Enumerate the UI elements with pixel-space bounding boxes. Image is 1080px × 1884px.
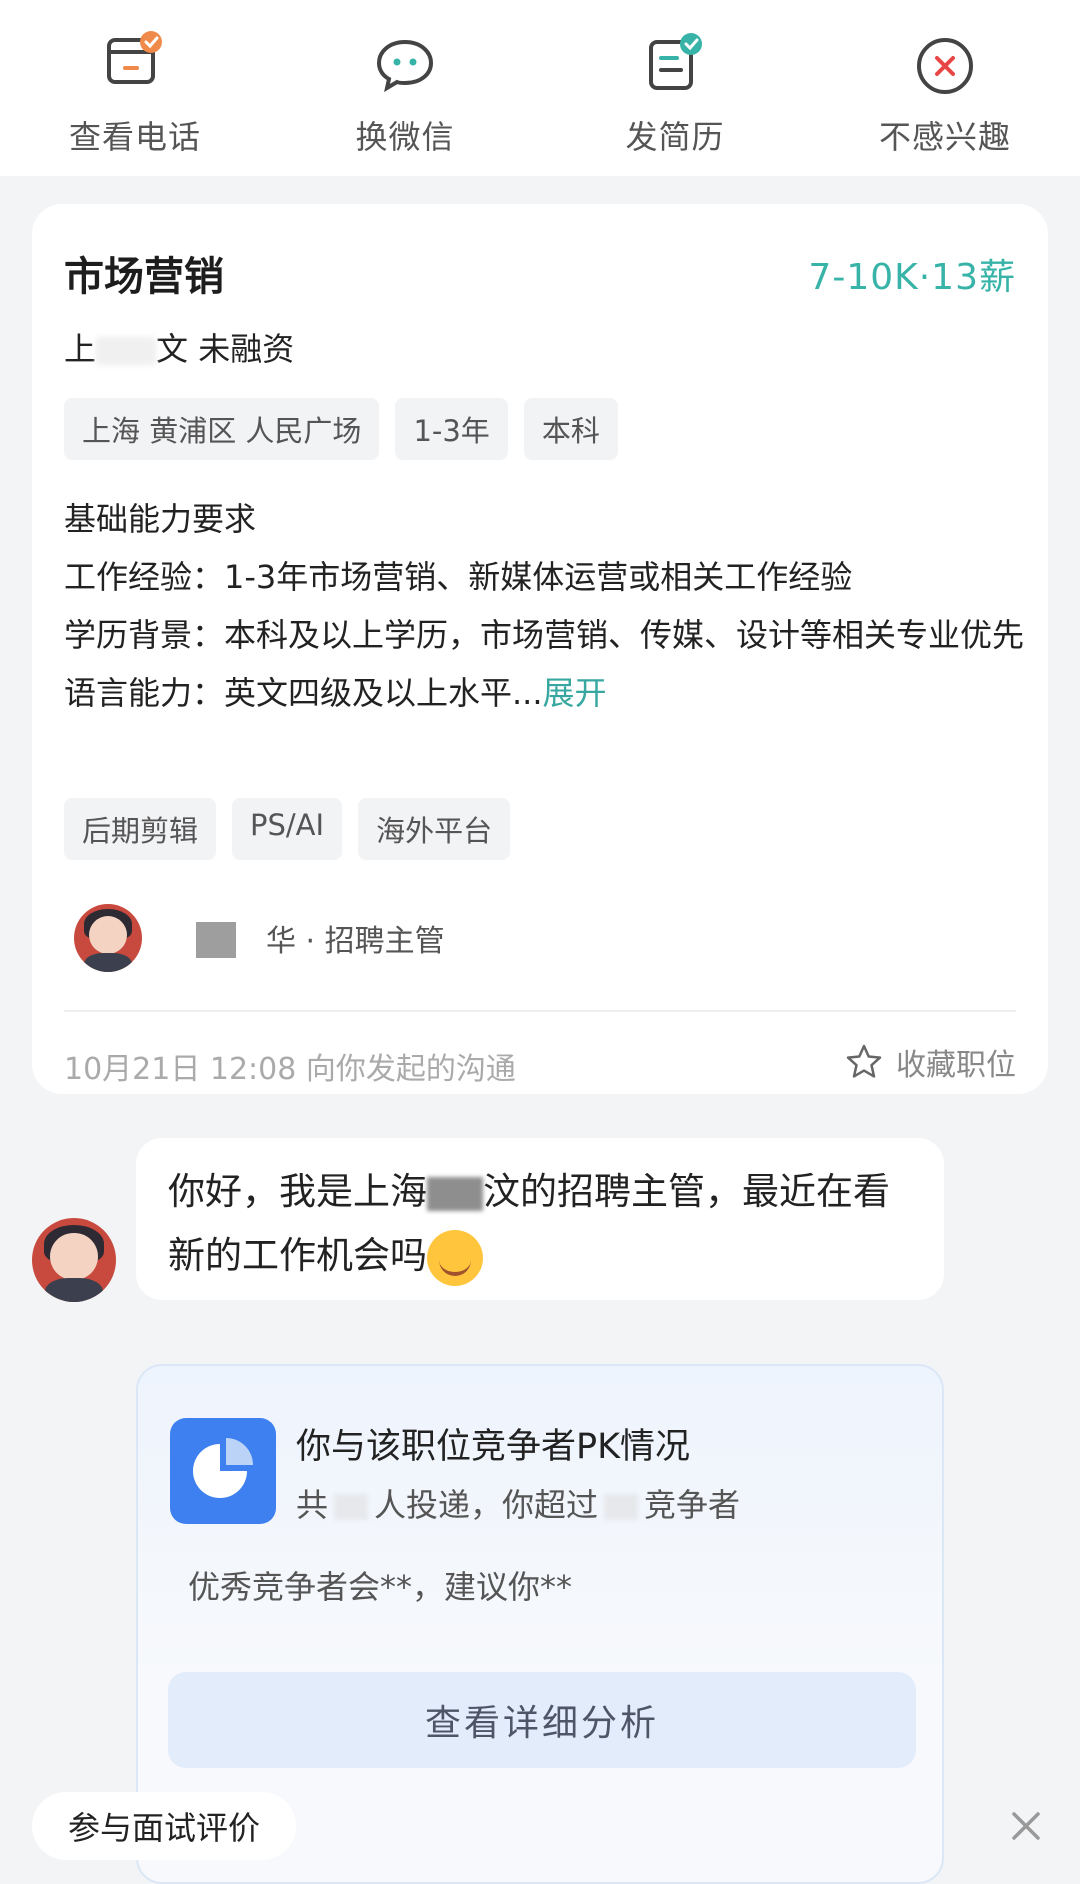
top-action-bar: 查看电话 换微信 发简历 不感兴趣 — [0, 0, 1080, 176]
resume-icon — [639, 30, 711, 102]
pk-sub-prefix: 共 — [296, 1486, 329, 1524]
not-interested-icon — [909, 30, 981, 102]
not-interested-button[interactable]: 不感兴趣 — [835, 30, 1055, 158]
requirements-heading: 基础能力要求 — [64, 500, 257, 538]
tag-experience: 1-3年 — [395, 398, 508, 460]
skill-tags: 后期剪辑 PS/AI 海外平台 — [64, 798, 511, 860]
exchange-wechat-button[interactable]: 换微信 — [295, 30, 515, 158]
chat-start-timestamp: 10月21日 12:08 向你发起的沟通 — [64, 1052, 516, 1087]
job-description: 基础能力要求 工作经验：1-3年市场营销、新媒体运营或相关工作经验 学历背景：本… — [64, 490, 1024, 722]
requirement-line-language: 语言能力：英文四级及以上水平...展开 — [64, 664, 1024, 722]
divider — [64, 1010, 1016, 1012]
company-suffix: 文 未融资 — [156, 330, 295, 368]
company-info: 上 文 未融资 — [64, 324, 294, 370]
pk-advice: 优秀竞争者会**，建议你** — [188, 1568, 573, 1606]
skill-tag: PS/AI — [232, 798, 343, 860]
smile-emoji-icon — [427, 1229, 483, 1286]
recruiter-title: 华 · 招聘主管 — [266, 924, 445, 959]
company-prefix: 上 — [64, 330, 97, 368]
language-text: 语言能力：英文四级及以上水平... — [64, 674, 543, 712]
tag-location: 上海 黄浦区 人民广场 — [64, 398, 380, 460]
tag-education: 本科 — [523, 398, 618, 460]
phone-card-icon — [99, 30, 171, 102]
message-bubble[interactable]: 你好，我是上海 汶的招聘主管，最近在看新的工作机会吗 — [136, 1138, 944, 1300]
send-resume-button[interactable]: 发简历 — [565, 30, 785, 158]
job-tags: 上海 黄浦区 人民广场 1-3年 本科 — [64, 398, 618, 460]
pk-summary: 共 人投递，你超过 竞争者 — [296, 1480, 740, 1526]
wechat-bubble-icon — [369, 30, 441, 102]
recruiter-avatar-chat — [32, 1218, 116, 1302]
recruiter-avatar — [74, 904, 142, 972]
message-avatar[interactable] — [32, 1218, 116, 1302]
requirement-line: 工作经验：1-3年市场营销、新媒体运营或相关工作经验 — [64, 558, 853, 596]
pk-sub-suffix: 竞争者 — [644, 1486, 741, 1524]
pk-title: 你与该职位竞争者PK情况 — [296, 1427, 691, 1467]
view-analysis-button[interactable]: 查看详细分析 — [168, 1672, 916, 1768]
job-salary: 7-10K·13薪 — [808, 257, 1016, 298]
interview-review-button[interactable]: 参与面试评价 — [32, 1792, 296, 1860]
message-text-part1: 你好，我是上海 — [168, 1170, 427, 1213]
redacted-company-name — [96, 337, 157, 365]
requirement-line: 学历背景：本科及以上学历，市场营销、传媒、设计等相关专业优先 — [64, 616, 1025, 654]
view-phone-button[interactable]: 查看电话 — [25, 30, 245, 158]
star-icon — [846, 1044, 882, 1078]
redacted-number — [334, 1494, 369, 1520]
view-phone-label: 查看电话 — [68, 118, 201, 156]
job-card[interactable]: 市场营销 7-10K·13薪 上 文 未融资 上海 黄浦区 人民广场 1-3年 本… — [32, 204, 1048, 1094]
pk-sub-middle: 人投递，你超过 — [374, 1486, 599, 1524]
send-resume-label: 发简历 — [625, 118, 725, 156]
skill-tag: 海外平台 — [358, 798, 511, 860]
expand-link[interactable]: 展开 — [543, 674, 607, 712]
exchange-wechat-label: 换微信 — [355, 118, 455, 156]
skill-tag: 后期剪辑 — [64, 798, 217, 860]
redacted-text — [427, 1176, 483, 1211]
collect-job-button[interactable]: 收藏职位 — [844, 1040, 1016, 1084]
close-icon[interactable] — [1008, 1808, 1044, 1844]
not-interested-label: 不感兴趣 — [878, 118, 1011, 156]
redacted-number — [604, 1494, 639, 1520]
pie-chart-icon — [170, 1418, 276, 1524]
collect-job-label: 收藏职位 — [896, 1048, 1016, 1083]
recruiter-row[interactable]: 华 · 招聘主管 — [74, 904, 445, 972]
redacted-recruiter-name — [160, 918, 250, 958]
job-title: 市场营销 — [64, 254, 224, 300]
